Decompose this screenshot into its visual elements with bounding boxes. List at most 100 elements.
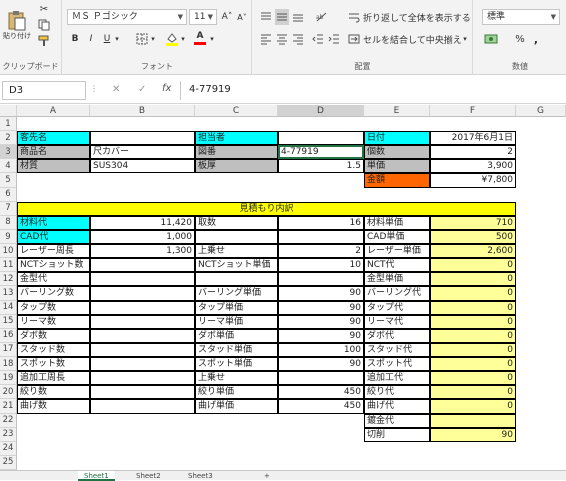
cell-f2[interactable]: 2017年6月1日 [430,131,516,146]
cell-b20[interactable] [90,385,195,400]
cell-a21[interactable]: 曲げ数 [17,399,90,414]
increase-indent-icon[interactable] [327,32,341,46]
row-header-18[interactable]: 18 [0,357,17,372]
cell-c20[interactable]: 絞り単価 [195,385,278,400]
decrease-indent-icon[interactable] [311,32,325,46]
cell-d19[interactable] [278,371,364,386]
cell-e22[interactable]: 鍍金代 [364,413,430,428]
cell-b16[interactable] [90,328,195,343]
row-header-6[interactable]: 6 [0,187,17,202]
cell-a11[interactable]: NCTショット数 [17,258,90,273]
cell-f4[interactable]: 3,900 [430,159,516,174]
cell-d8[interactable]: 16 [278,215,364,230]
cell-a18[interactable]: スポット数 [17,357,90,372]
cell-a17[interactable]: スタッド数 [17,342,90,358]
borders-dropdown[interactable]: ▾ [149,32,157,46]
align-middle-icon[interactable] [275,9,289,25]
cell-b9[interactable]: 1,000 [90,229,195,245]
row-header-13[interactable]: 13 [0,286,17,301]
cell-b21[interactable] [90,399,195,414]
cell-b14[interactable] [90,300,195,315]
row-header-8[interactable]: 8 [0,215,17,230]
row-header-19[interactable]: 19 [0,371,17,386]
cell-e21[interactable]: 曲げ代 [364,399,430,414]
font-size-combo[interactable]: 11 ▼ [189,9,217,25]
cell-e3[interactable]: 個数 [364,145,430,160]
select-all-corner[interactable] [0,105,17,117]
formula-input[interactable]: 4-77919 [180,81,566,100]
align-right-icon[interactable] [291,32,305,46]
cell-c11[interactable]: NCTショット単価 [195,258,278,273]
row-header-21[interactable]: 21 [0,399,17,414]
underline-button[interactable]: U [101,32,113,46]
cell-b4[interactable]: SUS304 [90,159,195,174]
row-header-14[interactable]: 14 [0,300,17,315]
cell-f22[interactable] [430,413,516,428]
cell-e13[interactable]: バーリング代 [364,286,430,301]
align-top-icon[interactable] [259,9,273,25]
cell-e16[interactable]: ダボ代 [364,328,430,343]
cell-d11[interactable]: 10 [278,258,364,273]
merge-center-button[interactable]: セルを結合して中央揃え [363,32,463,46]
cell-a8[interactable]: 材料代 [17,215,90,230]
cell-e2[interactable]: 日付 [364,131,430,146]
cell-b8[interactable]: 11,420 [90,215,195,230]
row-header-9[interactable]: 9 [0,229,17,245]
row-header-4[interactable]: 4 [0,159,17,174]
cell-b17[interactable] [90,342,195,358]
cell-d10[interactable]: 2 [278,244,364,259]
cell-c8[interactable]: 取数 [195,215,278,230]
row-header-11[interactable]: 11 [0,258,17,273]
borders-icon[interactable] [135,32,149,46]
cell-c14[interactable]: タップ単価 [195,300,278,315]
font-color-dropdown[interactable]: ▾ [208,32,216,46]
row-header-7[interactable]: 7 [0,201,17,216]
cell-f3[interactable]: 2 [430,145,516,160]
number-format-combo[interactable]: 標準 ▼ [482,9,560,25]
cut-icon[interactable]: ✂ [36,2,52,16]
cell-e9[interactable]: CAD単価 [364,229,430,245]
cell-d13[interactable]: 90 [278,286,364,301]
cell-d20[interactable]: 450 [278,385,364,400]
wrap-text-icon[interactable] [347,9,361,25]
cell-c13[interactable]: バーリング単価 [195,286,278,301]
column-header-c[interactable]: C [195,105,278,117]
cell-a19[interactable]: 追加工周長 [17,371,90,386]
cell-f11[interactable]: 0 [430,258,516,273]
cell-b11[interactable] [90,258,195,273]
cell-c2[interactable]: 担当者 [195,131,278,146]
bold-button[interactable]: B [69,32,81,46]
cell-d12[interactable] [278,272,364,287]
cell-e14[interactable]: タップ代 [364,300,430,315]
cell-a16[interactable]: ダボ数 [17,328,90,343]
percent-button[interactable]: % [514,32,526,46]
cell-e18[interactable]: スポット代 [364,357,430,372]
column-header-e[interactable]: E [364,105,430,117]
column-header-a[interactable]: A [17,105,90,117]
cell-a4[interactable]: 材質 [17,159,90,174]
cell-e19[interactable]: 追加工代 [364,371,430,386]
column-header-d[interactable]: D [278,105,364,117]
row-header-25[interactable]: 25 [0,455,17,470]
cell-c16[interactable]: ダボ単価 [195,328,278,343]
grow-font-button[interactable]: A˄ [220,9,234,25]
cell-a2[interactable]: 客先名 [17,131,90,146]
cell-d17[interactable]: 100 [278,342,364,358]
cell-c12[interactable] [195,272,278,287]
cell-c15[interactable]: リーマ単価 [195,314,278,329]
row-header-15[interactable]: 15 [0,314,17,329]
cell-c9[interactable] [195,229,278,245]
cell-d4[interactable]: 1.5 [278,159,364,174]
cell-d9[interactable] [278,229,364,245]
font-name-combo[interactable]: ＭＳ Ｐゴシック ▼ [67,9,187,25]
cell-a13[interactable]: バーリング数 [17,286,90,301]
estimate-breakdown-title[interactable]: 見積もり内訳 [17,201,516,216]
cell-f9[interactable]: 500 [430,229,516,245]
cell-a14[interactable]: タップ数 [17,300,90,315]
cell-f23[interactable]: 90 [430,427,516,442]
column-header-f[interactable]: F [430,105,516,117]
fill-color-dropdown[interactable]: ▾ [179,32,187,46]
cell-d16[interactable]: 90 [278,328,364,343]
cell-c4[interactable]: 板厚 [195,159,278,174]
cell-f19[interactable]: 0 [430,371,516,386]
